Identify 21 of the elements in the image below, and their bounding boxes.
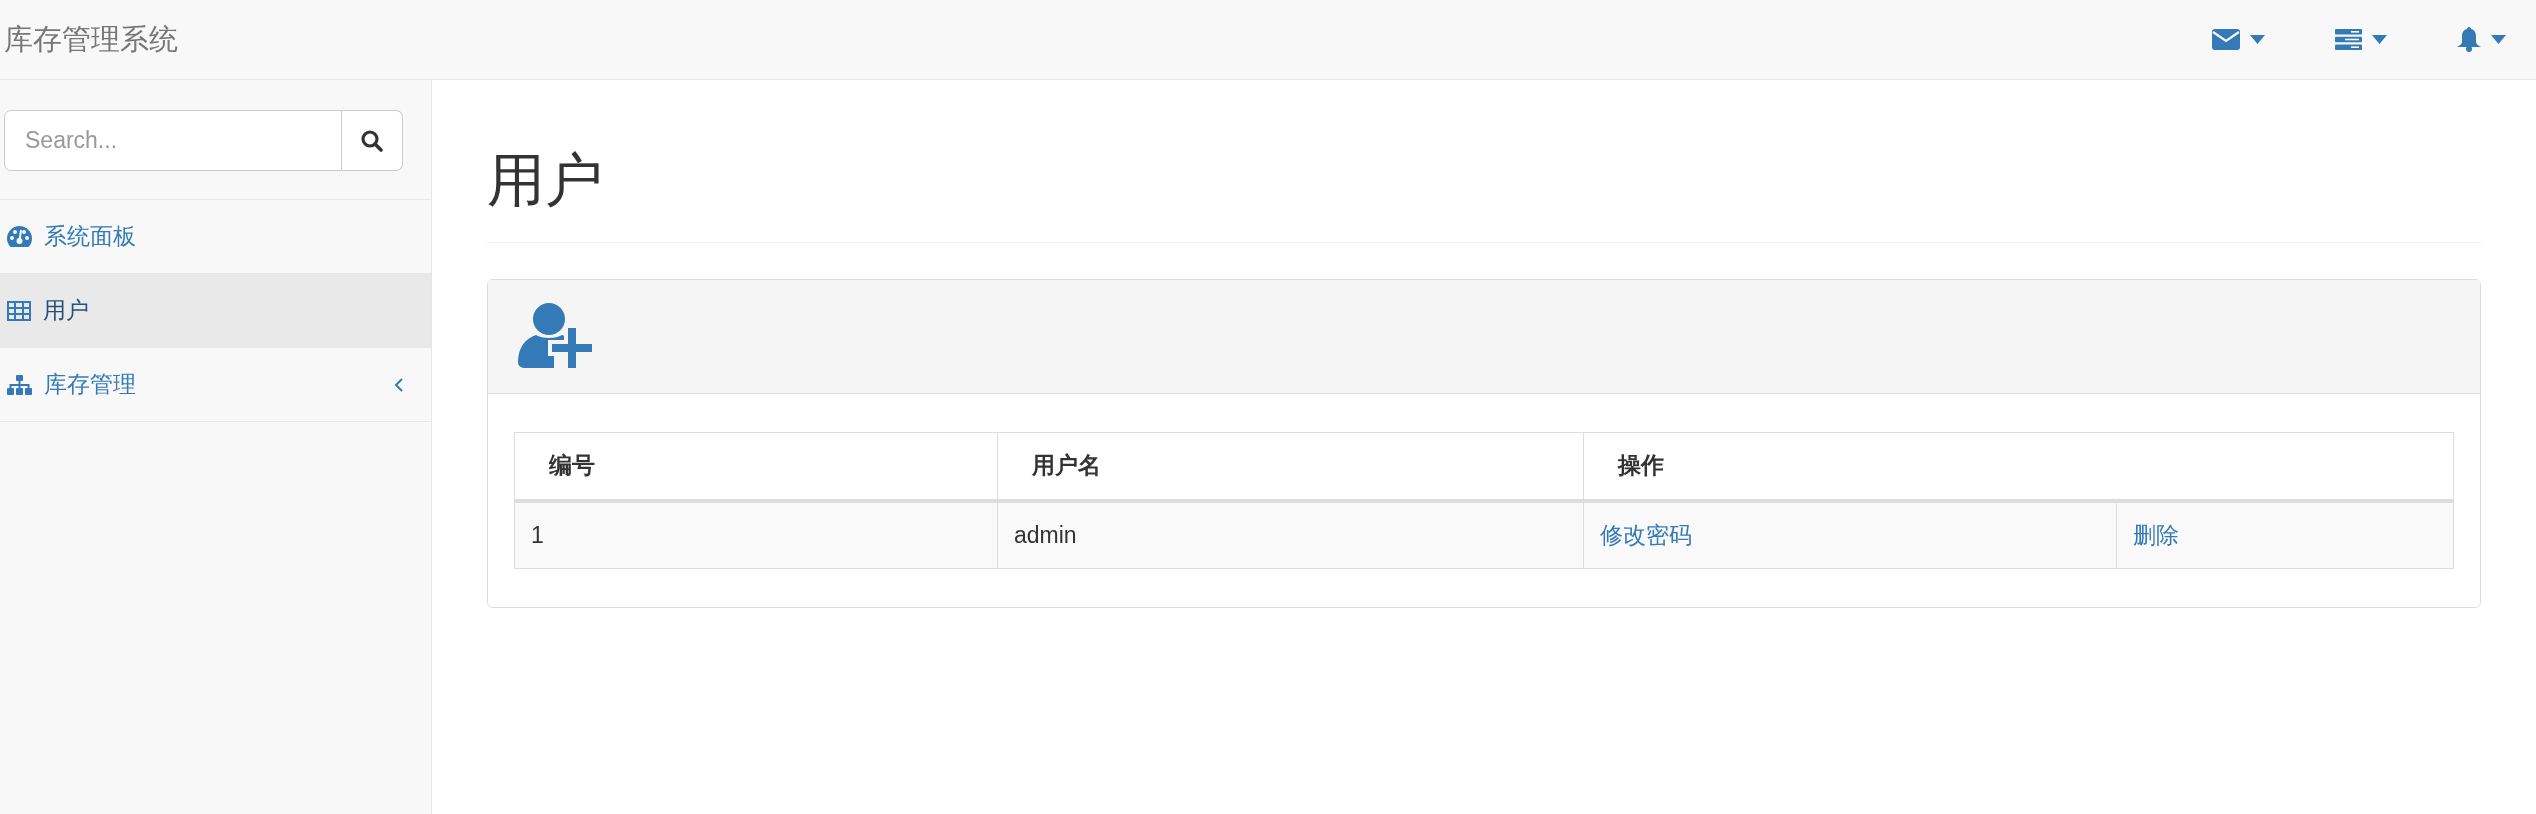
table-icon xyxy=(7,300,31,321)
table-cell: 1 xyxy=(514,500,998,569)
dashboard-icon xyxy=(7,226,32,247)
table-cell: admin xyxy=(997,500,1584,569)
search-field[interactable]: Search... xyxy=(4,110,342,171)
table-link[interactable]: 修改密码 xyxy=(1600,521,1692,548)
table-link[interactable]: 删除 xyxy=(2133,521,2180,548)
caret-icon xyxy=(2372,35,2387,44)
envelope-icon xyxy=(2212,29,2240,50)
search-icon xyxy=(361,129,383,152)
server-icon xyxy=(2335,29,2362,50)
sidebar-item[interactable]: 库存管理 xyxy=(0,348,431,422)
chevron-left-icon xyxy=(394,377,403,392)
bell-icon xyxy=(2457,27,2481,52)
search-button[interactable] xyxy=(342,110,403,171)
sitemap-icon xyxy=(7,374,32,395)
brand-title[interactable]: 库存管理系统 xyxy=(0,19,178,60)
sidebar-item[interactable]: 用户 xyxy=(0,274,431,348)
page-title: 用户 xyxy=(487,80,2481,243)
caret-icon xyxy=(2491,35,2506,44)
caret-icon xyxy=(2250,35,2265,44)
